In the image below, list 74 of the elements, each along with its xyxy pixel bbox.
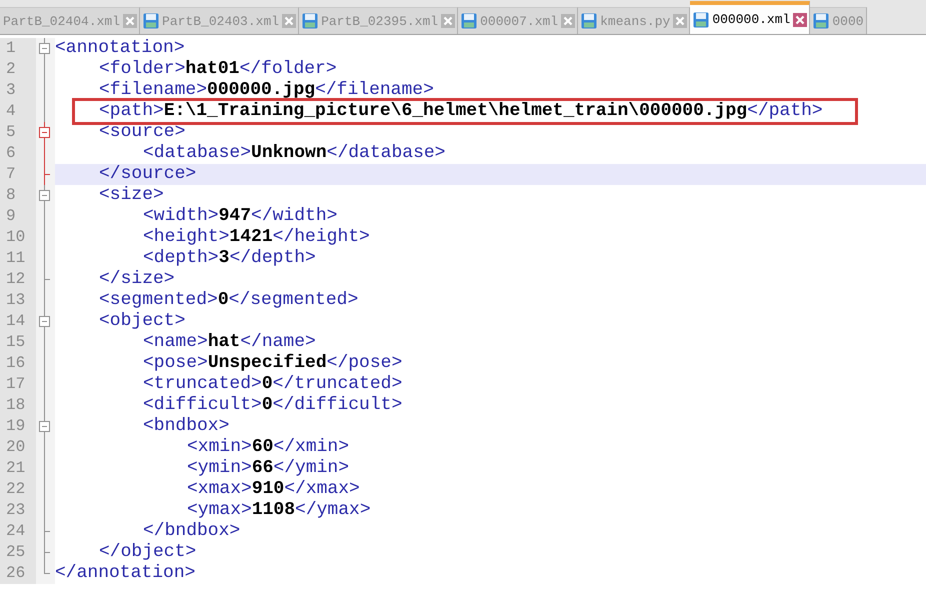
line-number: 4 bbox=[0, 101, 36, 122]
code-line: <pose>Unspecified</pose> bbox=[142, 353, 402, 374]
fold-end-icon bbox=[44, 269, 50, 290]
close-icon[interactable] bbox=[282, 14, 296, 28]
code-line: <size> bbox=[98, 185, 164, 206]
close-icon[interactable] bbox=[441, 14, 456, 28]
close-icon[interactable] bbox=[673, 14, 688, 28]
code-line: <bndbox> bbox=[142, 416, 230, 437]
code-line: <ymin>66</ymin> bbox=[186, 458, 350, 479]
close-icon[interactable] bbox=[561, 14, 576, 28]
fold-toggle-icon[interactable] bbox=[39, 311, 50, 332]
line-number: 12 bbox=[0, 269, 36, 290]
fold-line bbox=[44, 290, 45, 311]
code-line: <ymax>1108</ymax> bbox=[186, 500, 371, 521]
line-number: 7 bbox=[0, 164, 36, 185]
line-number: 5 bbox=[0, 122, 36, 143]
line-number: 3 bbox=[0, 80, 36, 101]
line-number: 24 bbox=[0, 521, 36, 542]
line-number: 10 bbox=[0, 227, 36, 248]
code-line: <truncated>0</truncated> bbox=[142, 374, 402, 395]
file-tab[interactable]: PartB_02403.xml bbox=[140, 7, 300, 34]
code-line: </object> bbox=[98, 542, 196, 563]
line-number: 26 bbox=[0, 563, 36, 584]
code-line: <database>Unknown</database> bbox=[142, 143, 446, 164]
code-line: </annotation> bbox=[55, 563, 196, 584]
line-number: 17 bbox=[0, 374, 36, 395]
line-number: 1 bbox=[0, 38, 36, 59]
line-number: 23 bbox=[0, 500, 36, 521]
code-line: <segmented>0</segmented> bbox=[98, 290, 358, 311]
code-line: <folder>hat01</folder> bbox=[98, 59, 337, 80]
close-icon[interactable] bbox=[123, 14, 138, 28]
fold-line bbox=[44, 143, 45, 164]
line-number: 13 bbox=[0, 290, 36, 311]
line-number: 20 bbox=[0, 437, 36, 458]
code-line: <source> bbox=[98, 122, 186, 143]
line-number: 9 bbox=[0, 206, 36, 227]
fold-toggle-icon[interactable] bbox=[39, 122, 50, 143]
code-line: <depth>3</depth> bbox=[142, 248, 316, 269]
file-tab[interactable]: kmeans.py bbox=[578, 7, 690, 34]
line-number: 16 bbox=[0, 353, 36, 374]
fold-toggle-icon[interactable] bbox=[39, 38, 50, 59]
fold-end-icon bbox=[44, 164, 50, 185]
line-number: 11 bbox=[0, 248, 36, 269]
code-line: <xmax>910</xmax> bbox=[186, 479, 360, 500]
fold-toggle-icon[interactable] bbox=[39, 416, 50, 437]
code-line: <xmin>60</xmin> bbox=[186, 437, 350, 458]
line-number: 8 bbox=[0, 185, 36, 206]
line-number: 19 bbox=[0, 416, 36, 437]
line-number: 25 bbox=[0, 542, 36, 563]
code-line: <annotation> bbox=[55, 38, 185, 59]
code-line: <filename>000000.jpg</filename> bbox=[98, 80, 434, 101]
code-line: <difficult>0</difficult> bbox=[142, 395, 402, 416]
line-number: 21 bbox=[0, 458, 36, 479]
code-line: <height>1421</height> bbox=[142, 227, 370, 248]
code-line: </source> bbox=[98, 164, 196, 185]
file-tab[interactable]: PartB_02395.xml bbox=[299, 7, 458, 34]
line-number: 2 bbox=[0, 59, 36, 80]
file-tab[interactable]: 000000.xml bbox=[690, 1, 810, 34]
file-tab[interactable]: PartB_02404.xml bbox=[0, 7, 140, 34]
code-line: </bndbox> bbox=[142, 521, 240, 542]
code-line: <width>947</width> bbox=[142, 206, 338, 227]
line-number: 18 bbox=[0, 395, 36, 416]
code-line: <object> bbox=[98, 311, 186, 332]
fold-toggle-icon[interactable] bbox=[39, 185, 50, 206]
code-line: <name>hat</name> bbox=[142, 332, 316, 353]
file-tab[interactable]: 000007.xml bbox=[458, 7, 578, 34]
code-line: <path>E:\1_Training_picture\6_helmet\helmet_train\000000.jpg</path> bbox=[98, 101, 823, 122]
line-number: 14 bbox=[0, 311, 36, 332]
close-icon[interactable] bbox=[793, 12, 808, 26]
line-number: 6 bbox=[0, 143, 36, 164]
line-number: 22 bbox=[0, 479, 36, 500]
line-number: 15 bbox=[0, 332, 36, 353]
code-line: </size> bbox=[98, 269, 175, 290]
file-tab[interactable]: 0000 bbox=[810, 7, 867, 34]
